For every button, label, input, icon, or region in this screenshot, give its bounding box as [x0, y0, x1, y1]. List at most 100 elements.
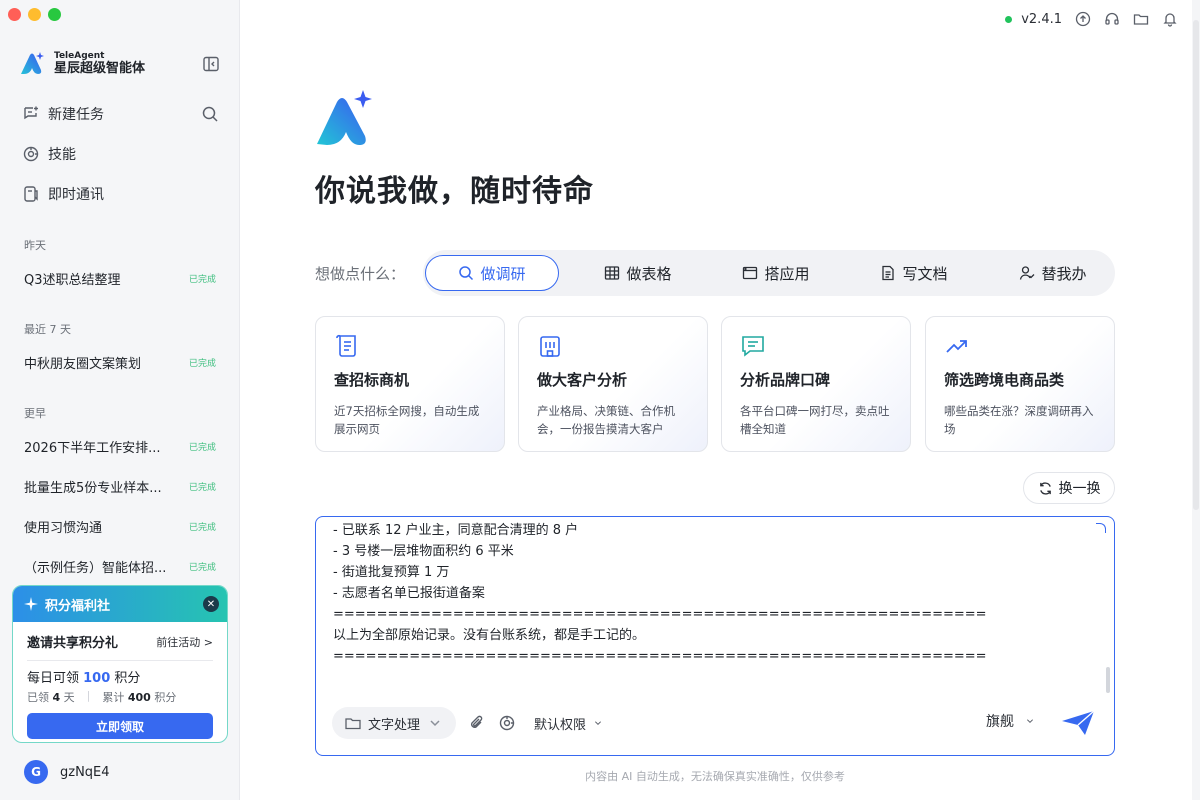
daily-points: 每日可领 100 积分: [27, 671, 141, 686]
folder-icon[interactable]: [1133, 11, 1149, 27]
go-activity-link[interactable]: 前往活动 >: [156, 634, 213, 650]
table-icon: [605, 266, 620, 280]
headset-icon[interactable]: [1104, 11, 1120, 27]
card-desc: 近7天招标全网搜，自动生成展示网页: [334, 404, 480, 437]
model-select[interactable]: 旗舰: [986, 711, 1036, 731]
mode-select[interactable]: 文字处理: [332, 707, 457, 739]
status-badge: 已完成: [188, 442, 216, 453]
mode-label: 文字处理: [368, 717, 421, 733]
tab-label: 做表格: [626, 264, 672, 283]
expand-icon[interactable]: [1096, 523, 1106, 533]
status-badge: 已完成: [188, 274, 216, 285]
sidebar-item-label: 新建任务: [48, 107, 104, 123]
permission-select[interactable]: 默认权限: [534, 714, 604, 733]
scroll-thumb[interactable]: [1193, 20, 1199, 510]
sidebar-item-new-task[interactable]: 新建任务: [22, 103, 104, 125]
window-controls: [8, 8, 61, 21]
hero-logo-icon: [317, 90, 372, 145]
tab-app[interactable]: 搭应用: [716, 255, 836, 291]
composer-toolbar: 文字处理 默认权限: [332, 707, 604, 739]
chevron-down-icon: [1026, 719, 1034, 724]
status-dot: [1005, 15, 1013, 23]
suggestion-card[interactable]: 分析品牌口碑 各平台口碑一网打尽，卖点吐槽全知道: [721, 316, 911, 452]
permission-label: 默认权限: [534, 717, 587, 733]
brand-logo-icon: [21, 52, 44, 74]
upload-icon[interactable]: [1075, 11, 1091, 27]
top-bar: v2.4.1: [1005, 11, 1178, 27]
suggestion-card[interactable]: 筛选跨境电商品类 哪些品类在涨？深度调研再入场: [925, 316, 1115, 452]
message-icon: [742, 336, 764, 357]
tab-label: 替我办: [1041, 264, 1087, 283]
suggestion-card[interactable]: 做大客户分析 产业格局、决策链、合作机会，一份报告摸清大客户: [518, 316, 708, 452]
card-desc: 哪些品类在涨？深度调研再入场: [944, 404, 1094, 437]
message-composer[interactable]: - 已联系 12 户业主，同意配合清理的 8 户 - 3 号楼一层堆物面积约 6…: [315, 516, 1115, 756]
card-title: 查招标商机: [334, 371, 410, 389]
sidebar-item-label: 即时通讯: [48, 187, 104, 203]
building-icon: [540, 336, 560, 357]
refresh-label: 换一换: [1058, 481, 1101, 497]
suggestion-card[interactable]: 查招标商机 近7天招标全网搜，自动生成展示网页: [315, 316, 505, 452]
divider: [27, 660, 213, 661]
tab-table[interactable]: 做表格: [578, 255, 698, 291]
tab-research[interactable]: 做调研: [425, 255, 559, 291]
brand: TeleAgent 星辰超级智能体: [18, 50, 145, 78]
app-icon: [743, 266, 758, 280]
folder-icon: [345, 718, 361, 730]
skill-icon[interactable]: [498, 714, 516, 732]
claim-button[interactable]: 立即领取: [27, 713, 213, 739]
status-badge: 已完成: [188, 482, 216, 493]
message-input[interactable]: - 已联系 12 户业主，同意配合清理的 8 户 - 3 号楼一层堆物面积约 6…: [333, 520, 1074, 667]
refresh-icon: [1039, 481, 1051, 495]
sidebar-item-skills[interactable]: 技能: [22, 143, 76, 165]
section-label-earlier: 更早: [24, 407, 46, 420]
tab-delegate[interactable]: 替我办: [993, 255, 1113, 291]
user-profile[interactable]: G gzNqE4: [24, 760, 110, 784]
search-icon: [459, 266, 474, 281]
promo-header: 积分福利社 ✕: [13, 586, 227, 622]
status-badge: 已完成: [188, 522, 216, 533]
history-title: 2026下半年工作安排...: [24, 440, 161, 456]
card-desc: 各平台口碑一网打尽，卖点吐槽全知道: [740, 404, 890, 437]
tab-label: 搭应用: [764, 264, 810, 283]
history-item[interactable]: 批量生成5份专业样本... 已完成: [24, 476, 216, 496]
points-promo-card: 积分福利社 ✕ 邀请共享积分礼 前往活动 > 每日可领 100 积分 已领 4 …: [12, 585, 228, 743]
claimed-days: 已领 4 天: [27, 691, 75, 704]
minimize-window-button[interactable]: [28, 8, 41, 21]
composer-scrollbar[interactable]: [1106, 667, 1110, 693]
history-title: 使用习惯沟通: [24, 520, 103, 536]
promo-title: 邀请共享积分礼: [27, 636, 119, 651]
category-pill: 做调研 做表格 搭应用 写文档 替我办: [423, 250, 1115, 296]
document-icon: [882, 265, 895, 281]
search-icon[interactable]: [201, 105, 219, 123]
avatar: G: [24, 760, 48, 784]
history-title: 批量生成5份专业样本...: [24, 480, 162, 496]
promo-header-label: 积分福利社: [45, 598, 111, 614]
tab-label: 做调研: [480, 264, 526, 283]
new-task-icon: [24, 106, 38, 120]
trend-icon: [946, 340, 967, 353]
history-item[interactable]: 中秋朋友圈文案策划 已完成: [24, 352, 216, 372]
attachment-icon[interactable]: [468, 714, 486, 732]
send-icon[interactable]: [1060, 709, 1096, 737]
close-window-button[interactable]: [8, 8, 21, 21]
history-title: Q3述职总结整理: [24, 272, 121, 288]
chevron-down-icon: [595, 721, 602, 726]
sidebar-item-im[interactable]: 即时通讯: [22, 183, 104, 205]
close-icon[interactable]: ✕: [203, 596, 219, 612]
bell-icon[interactable]: [1162, 11, 1178, 27]
history-item[interactable]: 2026下半年工作安排... 已完成: [24, 436, 216, 456]
history-item[interactable]: 使用习惯沟通 已完成: [24, 516, 216, 536]
chat-icon: [24, 186, 38, 202]
collapse-sidebar-icon[interactable]: [202, 55, 220, 73]
scroll-icon: [336, 334, 356, 357]
brand-name-cn: 星辰超级智能体: [54, 60, 146, 76]
tab-document[interactable]: 写文档: [854, 255, 974, 291]
history-item[interactable]: Q3述职总结整理 已完成: [24, 268, 216, 288]
refresh-button[interactable]: 换一换: [1023, 472, 1115, 504]
maximize-window-button[interactable]: [48, 8, 61, 21]
main-scrollbar[interactable]: [1192, 0, 1200, 800]
history-item[interactable]: （示例任务）智能体招... 已完成: [24, 556, 216, 576]
username: gzNqE4: [60, 764, 110, 780]
skill-icon: [23, 146, 39, 162]
page-title: 你说我做，随时待命: [315, 174, 594, 209]
